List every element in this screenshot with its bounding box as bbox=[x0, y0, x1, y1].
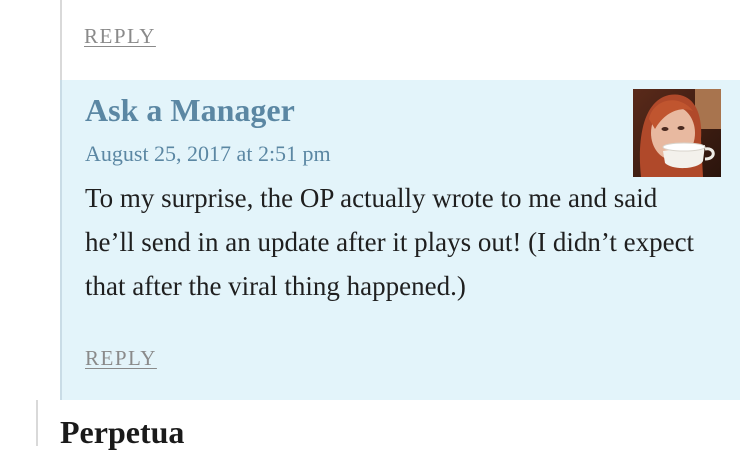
thread-indent-line bbox=[36, 400, 38, 446]
author-avatar-icon bbox=[633, 89, 721, 177]
comment-body: To my surprise, the OP actually wrote to… bbox=[85, 183, 695, 301]
reply-link[interactable]: REPLY bbox=[85, 346, 157, 371]
comment-date[interactable]: August 25, 2017 at 2:51 pm bbox=[85, 141, 331, 167]
reply-link[interactable]: REPLY bbox=[84, 24, 156, 49]
avatar bbox=[633, 89, 721, 177]
comment-card: Ask a Manager August 25, 2017 at 2:51 pm… bbox=[60, 80, 740, 400]
comment-author[interactable]: Ask a Manager bbox=[85, 92, 295, 129]
comment-author[interactable]: Perpetua bbox=[60, 414, 184, 451]
